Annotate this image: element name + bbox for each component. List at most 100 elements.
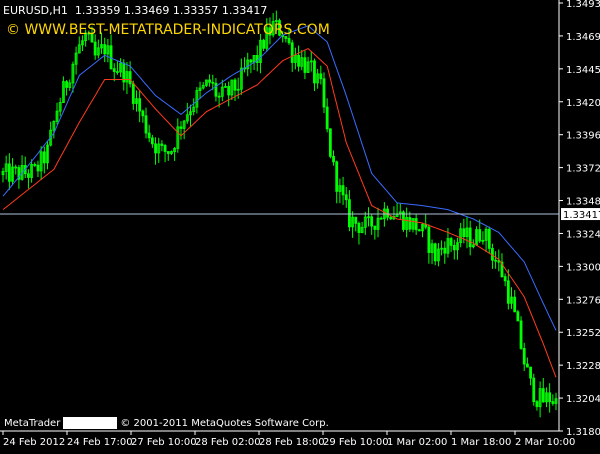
candle-body [506,280,510,304]
candle-body [141,110,145,117]
candle-body [262,39,266,49]
candle-body [478,229,482,242]
chart-svg: 1.34930 1.34690 1.34450 1.34205 1.33965 1.337… [0,0,600,448]
candle-body [27,173,30,178]
candle-body [322,78,326,108]
chart-header: EURUSD,H1 1.33359 1.33469 1.33357 1.3341… [3,4,267,17]
candle-body [325,106,329,130]
candle-body [179,126,183,129]
candle-body [249,59,253,63]
candle-body [341,185,345,196]
candle-body [427,226,431,253]
x-tick-label: 27 Feb 10:00 [131,437,197,448]
candle-body [7,163,11,182]
candle-body [147,132,151,139]
candle-body [503,276,507,282]
y-tick-label: 1.33965 [566,131,600,142]
footer: MetaTrader © 2001-2011 MetaQuotes Softwar… [4,417,329,429]
candle-body [408,217,412,230]
candle-body [217,95,221,98]
y-tick-label: 1.34205 [566,98,600,109]
chart-area[interactable]: 1.34930 1.34690 1.34450 1.34205 1.33965 1.337… [0,0,600,450]
candle-body [344,194,348,201]
candle-body [297,54,300,67]
candle-body [522,348,526,365]
candle-body [112,68,116,72]
candle-body [462,228,466,238]
candle-body [433,243,437,262]
y-tick-label: 1.33485 [566,197,600,208]
candle-body [33,164,37,166]
candle-body [541,388,545,403]
candle-body [373,225,377,230]
x-tick-label: 2 Mar 10:00 [515,437,575,448]
x-tick-label: 29 Feb 10:00 [323,437,389,448]
slow-ma-line [2,25,557,331]
candle-body [93,41,97,56]
ohlc-values: 1.33359 1.33469 1.33357 1.33417 [74,4,268,17]
candle-body [138,98,142,112]
candle-body [160,143,164,146]
candle-body [494,259,498,262]
candle-body [150,137,154,145]
candle-body [103,44,107,55]
candle-body [516,311,520,322]
fast-ma-line [2,48,557,378]
candle-body [287,38,291,44]
candle-body [65,81,68,88]
candle-body [290,42,294,63]
candle-body [414,218,418,231]
redaction-box [63,417,118,429]
candle-body [303,57,307,73]
candle-body [166,151,170,154]
y-tick-label: 1.32280 [566,361,600,372]
candle-body [227,86,231,96]
candle-body [211,81,215,84]
current-price-label: 1.33417 [563,210,600,221]
app-name: MetaTrader [4,418,61,429]
candle-body [551,401,555,404]
candle-body [370,216,374,227]
candle-body [379,217,383,220]
candle-body [487,228,491,249]
candle-body [348,199,351,228]
candle-body [36,164,40,172]
y-tick-label: 1.32520 [566,328,600,339]
candle-body [468,227,472,248]
candle-body [402,211,405,230]
candle-body [208,79,211,83]
y-tick-label: 1.33725 [566,164,600,175]
y-tick-label: 1.32040 [566,394,600,405]
candle-body [233,79,237,91]
symbol-label: EURUSD,H1 [3,4,68,17]
candle-body [214,82,218,97]
candle-body [548,392,552,403]
candle-body [313,60,316,84]
x-tick-label: 24 Feb 2012 [3,437,65,448]
candle-body [449,238,453,246]
y-tick-label: 1.32765 [566,295,600,306]
candle-body [389,216,393,220]
candle-body [128,71,132,85]
candle-body [332,155,335,163]
candle-body [144,115,148,134]
candle-body [532,377,536,403]
candle-body [525,363,529,368]
watermark-text: © WWW.BEST-METATRADER-INDICATORS.COM [6,22,330,38]
candle-body [357,222,361,233]
candle-body [116,71,119,73]
x-tick-label: 24 Feb 17:00 [67,437,133,448]
candle-body [535,401,539,408]
candle-body [328,128,332,157]
candle-body [443,247,447,254]
candle-body [513,296,517,313]
y-tick-label: 1.33005 [566,262,600,273]
x-tick-label: 28 Feb 02:00 [195,437,261,448]
candle-body [354,216,358,224]
candle-body [529,366,532,379]
y-tick-label: 1.33245 [566,229,600,240]
x-tick-label: 1 Mar 02:00 [387,437,447,448]
copyright-text: © 2001-2011 MetaQuotes Software Corp. [120,418,329,429]
candle-body [14,166,18,169]
x-tick-label: 1 Mar 18:00 [451,437,511,448]
